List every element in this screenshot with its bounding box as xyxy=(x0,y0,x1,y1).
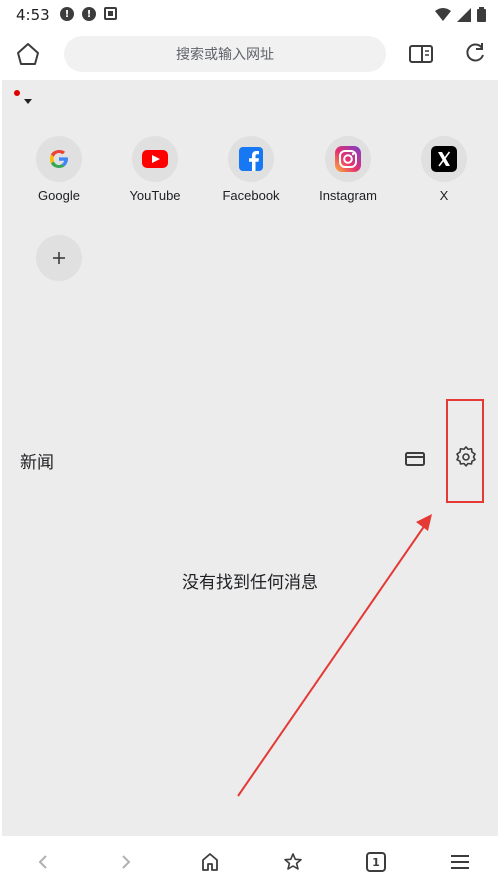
gear-icon[interactable] xyxy=(455,446,477,468)
shortcut-facebook[interactable]: Facebook xyxy=(203,136,299,203)
instagram-icon xyxy=(335,146,361,172)
shortcut-label: YouTube xyxy=(129,188,181,203)
shortcut-icon-circle xyxy=(228,136,274,182)
menu-button[interactable] xyxy=(447,849,473,875)
notification-icons: ! ! xyxy=(60,7,117,21)
shortcut-x[interactable]: X xyxy=(396,136,492,203)
star-icon xyxy=(284,853,302,870)
chevron-right-icon xyxy=(122,855,131,869)
x-icon xyxy=(431,146,457,172)
hamburger-menu-icon xyxy=(451,855,469,869)
shortcut-icon-circle xyxy=(421,136,467,182)
home-icon xyxy=(202,853,218,871)
bottom-navigation: 1 xyxy=(0,836,500,889)
battery-icon xyxy=(477,7,486,22)
forward-button[interactable] xyxy=(113,849,139,875)
reload-icon[interactable] xyxy=(462,40,488,66)
shortcut-label: X xyxy=(439,188,449,203)
empty-news-message: 没有找到任何消息 xyxy=(182,573,318,593)
card-view-icon[interactable] xyxy=(404,450,426,468)
plus-icon xyxy=(53,252,65,264)
chevron-left-icon xyxy=(38,855,47,869)
facebook-icon xyxy=(239,147,263,171)
status-time: 4:53 xyxy=(16,6,50,24)
alert-icon: ! xyxy=(82,7,96,21)
browser-toolbar: 搜索或输入网址 xyxy=(0,30,500,78)
status-bar: 4:53 ! ! xyxy=(0,0,500,30)
youtube-icon xyxy=(142,150,168,168)
shortcut-icon-circle xyxy=(132,136,178,182)
new-tab-page: Google YouTube Facebook Instagram X 新闻 没… xyxy=(2,80,498,836)
shortcut-google[interactable]: Google xyxy=(11,136,107,203)
news-section-title: 新闻 xyxy=(20,453,54,473)
signal-icon xyxy=(457,7,471,22)
add-shortcut-button[interactable] xyxy=(36,235,82,281)
bookmarks-button[interactable] xyxy=(280,849,306,875)
home-icon[interactable] xyxy=(14,40,42,68)
app-notification-icon xyxy=(104,7,117,20)
back-button[interactable] xyxy=(30,849,56,875)
shortcut-instagram[interactable]: Instagram xyxy=(300,136,396,203)
shortcut-label: Facebook xyxy=(222,188,280,203)
shortcut-icon-circle xyxy=(36,136,82,182)
home-button[interactable] xyxy=(197,849,223,875)
search-placeholder: 搜索或输入网址 xyxy=(176,47,274,63)
tab-count-badge: 1 xyxy=(366,852,386,872)
profile-indicator[interactable] xyxy=(14,90,20,96)
search-input[interactable]: 搜索或输入网址 xyxy=(64,36,386,72)
google-icon xyxy=(50,150,68,168)
reader-mode-icon[interactable] xyxy=(408,42,434,66)
wifi-icon xyxy=(435,7,451,21)
alert-icon: ! xyxy=(60,7,74,21)
system-icons xyxy=(435,7,486,22)
shortcut-label: Google xyxy=(38,188,80,203)
shortcut-icon-circle xyxy=(325,136,371,182)
shortcut-label: Instagram xyxy=(319,188,377,203)
shortcut-youtube[interactable]: YouTube xyxy=(107,136,203,203)
tabs-button[interactable]: 1 xyxy=(363,849,389,875)
chevron-down-icon[interactable] xyxy=(24,99,32,104)
